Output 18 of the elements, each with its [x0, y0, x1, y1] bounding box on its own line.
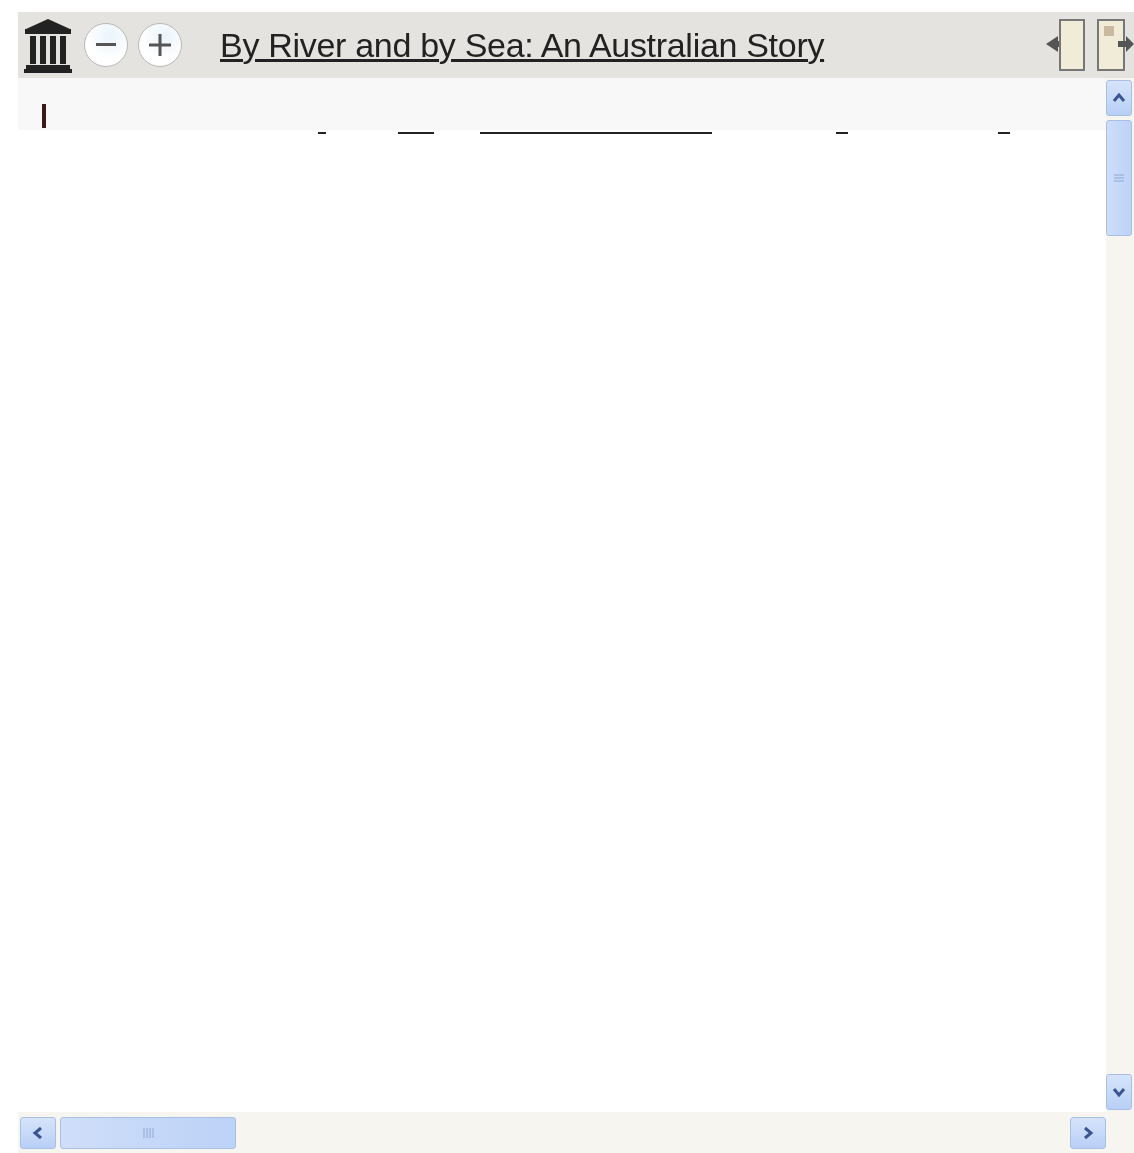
vertical-scroll-thumb[interactable]: [1106, 120, 1132, 236]
scroll-down-button[interactable]: [1106, 1074, 1132, 1110]
scroll-right-button[interactable]: [1070, 1116, 1106, 1149]
chevron-down-icon: [1112, 1085, 1126, 1099]
minus-icon: [96, 43, 116, 47]
horizontal-scroll-thumb[interactable]: [60, 1116, 236, 1149]
zoom-out-button[interactable]: [84, 23, 128, 67]
previous-page-icon[interactable]: [1044, 18, 1086, 72]
chevron-right-icon: [1081, 1125, 1095, 1140]
text-cursor-icon: [42, 104, 46, 128]
plus-icon: [149, 34, 171, 56]
zoom-in-button[interactable]: [138, 23, 182, 67]
chevron-up-icon: [1112, 91, 1126, 105]
museum-icon[interactable]: [22, 17, 74, 73]
scroll-up-button[interactable]: [1106, 80, 1132, 116]
next-page-icon[interactable]: [1096, 18, 1134, 72]
scroll-left-button[interactable]: [20, 1116, 56, 1149]
chevron-left-icon: [31, 1125, 45, 1140]
